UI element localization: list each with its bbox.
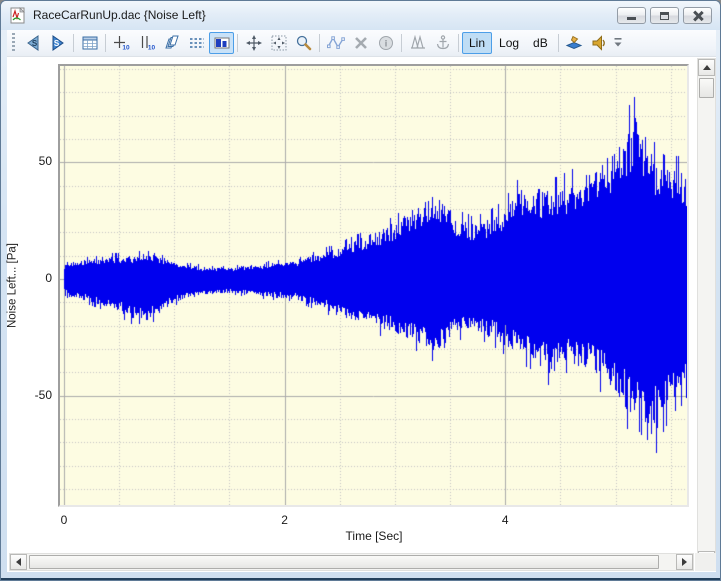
prev-dataset-button[interactable]: S — [20, 32, 45, 54]
toolbar: S S 10 10 — [7, 30, 716, 57]
autoscale-icon — [244, 33, 264, 53]
close-icon — [693, 11, 703, 21]
speaker-button[interactable] — [587, 32, 612, 54]
scroll-right-button[interactable] — [676, 554, 693, 570]
scale-lin-button[interactable]: Lin — [462, 32, 492, 54]
next-dataset-icon: S — [48, 33, 68, 53]
x-tick-label: 2 — [270, 513, 300, 527]
app-window: RaceCarRunUp.dac {Noise Left} S S — [0, 0, 721, 581]
speaker-icon — [589, 33, 609, 53]
svg-text:10: 10 — [147, 45, 155, 52]
svg-text:i: i — [384, 39, 387, 49]
zoom-magnifier-button[interactable] — [291, 32, 316, 54]
toolbar-separator — [401, 34, 402, 52]
solid-trace-icon — [212, 33, 232, 53]
x-tick-label: 0 — [49, 513, 79, 527]
export-hand-button[interactable] — [562, 32, 587, 54]
export-hand-icon — [564, 33, 584, 53]
data-grid-icon — [80, 33, 100, 53]
toolbar-separator — [458, 34, 459, 52]
toolbar-separator — [319, 34, 320, 52]
arrow-left-icon — [16, 558, 21, 566]
minimize-button[interactable] — [617, 7, 646, 24]
delete-button[interactable] — [348, 32, 373, 54]
info-icon: i — [376, 33, 396, 53]
solid-trace-button[interactable] — [209, 32, 234, 54]
delete-icon — [351, 33, 371, 53]
y-axis-title: Noise Left... [Pa] — [7, 186, 22, 386]
toolbar-overflow-button[interactable] — [613, 37, 623, 49]
cursor-cross-10-button[interactable]: 10 — [109, 32, 134, 54]
restore-icon — [660, 12, 669, 20]
x-tick-label: 4 — [490, 513, 520, 527]
autoscale-dotted-button[interactable] — [266, 32, 291, 54]
scale-db-button[interactable]: dB — [526, 32, 555, 54]
vertical-scrollbar[interactable] — [697, 58, 716, 569]
toolbar-separator — [105, 34, 106, 52]
svg-text:10: 10 — [122, 45, 130, 52]
scrollbar-corner — [695, 553, 716, 571]
vertical-scroll-thumb[interactable] — [699, 78, 714, 98]
harmonic-cursor-button[interactable] — [405, 32, 430, 54]
y-tick-label: 0 — [17, 271, 52, 285]
toolbar-grip[interactable] — [12, 33, 15, 53]
scroll-up-button[interactable] — [698, 59, 715, 76]
cursor-dual-10-button[interactable]: 10 — [134, 32, 159, 54]
cursor-dual-10-icon: 10 — [137, 33, 157, 53]
edit-curve-icon — [326, 33, 346, 53]
anchor-cursor-icon — [433, 33, 453, 53]
waveform-plot[interactable] — [60, 66, 687, 505]
overlay-curves-icon — [162, 33, 182, 53]
svg-text:S: S — [31, 39, 37, 48]
prev-dataset-icon: S — [23, 33, 43, 53]
y-tick-label: -50 — [17, 388, 52, 402]
minimize-icon — [627, 17, 636, 20]
x-axis-title: Time [Sec] — [294, 529, 454, 543]
toolbar-separator — [237, 34, 238, 52]
harmonic-cursor-icon — [408, 33, 428, 53]
toolbar-separator — [558, 34, 559, 52]
autoscale-button[interactable] — [241, 32, 266, 54]
overlay-curves-button[interactable] — [159, 32, 184, 54]
zoom-magnifier-icon — [294, 33, 314, 53]
horizontal-scrollbar[interactable] — [9, 553, 694, 571]
info-button[interactable]: i — [373, 32, 398, 54]
dashed-trace-button[interactable] — [184, 32, 209, 54]
waveform-document-icon — [10, 7, 27, 24]
data-grid-button[interactable] — [77, 32, 102, 54]
horizontal-scroll-thumb[interactable] — [29, 555, 659, 569]
title-bar[interactable]: RaceCarRunUp.dac {Noise Left} — [1, 1, 721, 30]
next-dataset-button[interactable]: S — [45, 32, 70, 54]
window-title: RaceCarRunUp.dac {Noise Left} — [33, 8, 206, 22]
plot-frame — [58, 64, 689, 507]
restore-button[interactable] — [650, 7, 679, 24]
dashed-trace-icon — [187, 33, 207, 53]
anchor-cursor-button[interactable] — [430, 32, 455, 54]
toolbar-separator — [73, 34, 74, 52]
scroll-left-button[interactable] — [10, 554, 27, 570]
edit-curve-button[interactable] — [323, 32, 348, 54]
arrow-right-icon — [682, 558, 687, 566]
close-button[interactable] — [683, 7, 712, 24]
y-tick-label: 50 — [17, 154, 52, 168]
svg-text:S: S — [53, 39, 59, 48]
autoscale-dotted-icon — [269, 33, 289, 53]
scale-log-button[interactable]: Log — [492, 32, 526, 54]
arrow-up-icon — [703, 65, 711, 70]
cursor-cross-10-icon: 10 — [112, 33, 132, 53]
